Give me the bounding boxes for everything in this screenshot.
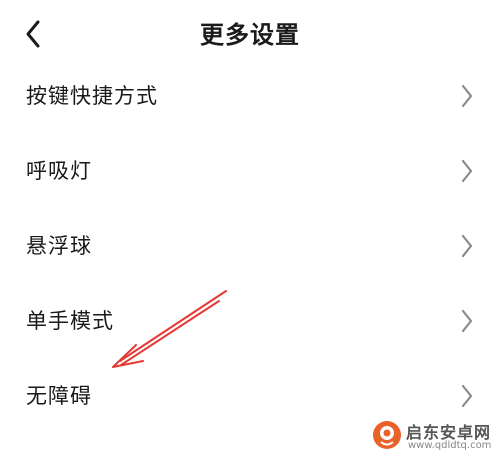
settings-item-label: 单手模式 [26, 309, 114, 333]
page-title: 更多设置 [200, 21, 300, 49]
chevron-right-icon [461, 309, 473, 333]
chevron-right-icon [461, 384, 473, 408]
chevron-right-icon [461, 84, 473, 108]
chevron-right-icon [461, 234, 473, 258]
settings-item-label: 悬浮球 [26, 234, 92, 258]
settings-item-label: 无障碍 [26, 384, 92, 408]
settings-item-label: 按键快捷方式 [26, 84, 158, 108]
settings-item-key-shortcuts[interactable]: 按键快捷方式 [0, 58, 500, 133]
watermark-logo-icon [373, 421, 401, 449]
settings-item-breathing-light[interactable]: 呼吸灯 [0, 133, 500, 208]
watermark-url: www.qdldtq.com [408, 440, 492, 451]
settings-item-floating-ball[interactable]: 悬浮球 [0, 208, 500, 283]
settings-item-label: 呼吸灯 [26, 159, 92, 183]
settings-list: 按键快捷方式 呼吸灯 悬浮球 单手模式 无障碍 [0, 58, 500, 433]
chevron-right-icon [461, 159, 473, 183]
watermark: 启东安卓网 www.qdldtq.com [370, 418, 496, 454]
settings-item-one-hand-mode[interactable]: 单手模式 [0, 283, 500, 358]
